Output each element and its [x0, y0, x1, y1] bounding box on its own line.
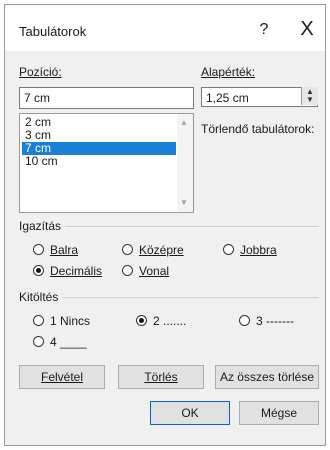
radio-icon[interactable] — [122, 265, 133, 276]
leader-divider — [19, 297, 319, 298]
radio-icon[interactable] — [223, 244, 234, 255]
radio-label: 3 ------- — [256, 314, 294, 328]
radio-icon[interactable] — [33, 315, 44, 326]
default-tab-label: Alapérték: — [201, 65, 256, 79]
clear-button-label: Törlés — [144, 370, 178, 384]
scroll-up-icon[interactable]: ▲ — [180, 118, 188, 127]
radio-label: Vonal — [139, 264, 170, 278]
radio-label: Jobbra — [240, 243, 277, 257]
cancel-button[interactable]: Mégse — [239, 401, 319, 425]
close-icon[interactable]: X — [295, 17, 319, 41]
radio-label: Balra — [50, 243, 79, 257]
clear-button[interactable]: Törlés — [118, 365, 204, 389]
radio-icon[interactable] — [122, 244, 133, 255]
set-button-label: Felvétel — [40, 370, 84, 384]
position-input[interactable]: 7 cm — [19, 87, 194, 109]
set-button[interactable]: Felvétel — [19, 365, 105, 389]
position-label: Pozíció: — [19, 65, 62, 79]
dialog-title: Tabulátorok — [19, 24, 87, 39]
list-scrollbar[interactable]: ▲ ▼ — [177, 114, 193, 212]
default-tab-spinner[interactable]: ▲ ▼ — [301, 87, 318, 105]
alignment-group-title: Igazítás — [19, 219, 66, 233]
radio-label: 4 ____ — [50, 335, 87, 349]
radio-icon[interactable] — [33, 336, 44, 347]
ok-button[interactable]: OK — [150, 401, 230, 425]
tabs-dialog: Tabulátorok ? X Pozíció: 7 cm 2 cm 3 cm … — [4, 4, 326, 446]
ok-button-label: OK — [181, 406, 199, 420]
list-item[interactable]: 10 cm — [22, 155, 176, 168]
radio-label: 2 ....... — [153, 314, 187, 328]
title-bar: Tabulátorok ? X — [5, 5, 325, 51]
scroll-down-icon[interactable]: ▼ — [180, 198, 188, 207]
spin-down-icon[interactable]: ▼ — [306, 95, 314, 104]
radio-label: 1 Nincs — [50, 314, 91, 328]
radio-icon[interactable] — [136, 315, 147, 326]
clear-all-button-label: Az összes törlése — [219, 370, 315, 384]
help-icon[interactable]: ? — [253, 19, 275, 41]
clear-tabs-label: Törlendő tabulátorok: — [201, 122, 315, 136]
radio-icon[interactable] — [33, 265, 44, 276]
clear-all-button[interactable]: Az összes törlése — [215, 365, 319, 389]
leader-group-title: Kitöltés — [19, 290, 63, 304]
position-list[interactable]: 2 cm 3 cm 7 cm 10 cm ▲ ▼ — [19, 113, 194, 213]
radio-icon[interactable] — [239, 315, 250, 326]
radio-icon[interactable] — [33, 244, 44, 255]
radio-label: Decimális — [50, 264, 103, 278]
radio-label: Középre — [139, 243, 184, 257]
cancel-button-label: Mégse — [260, 406, 298, 420]
